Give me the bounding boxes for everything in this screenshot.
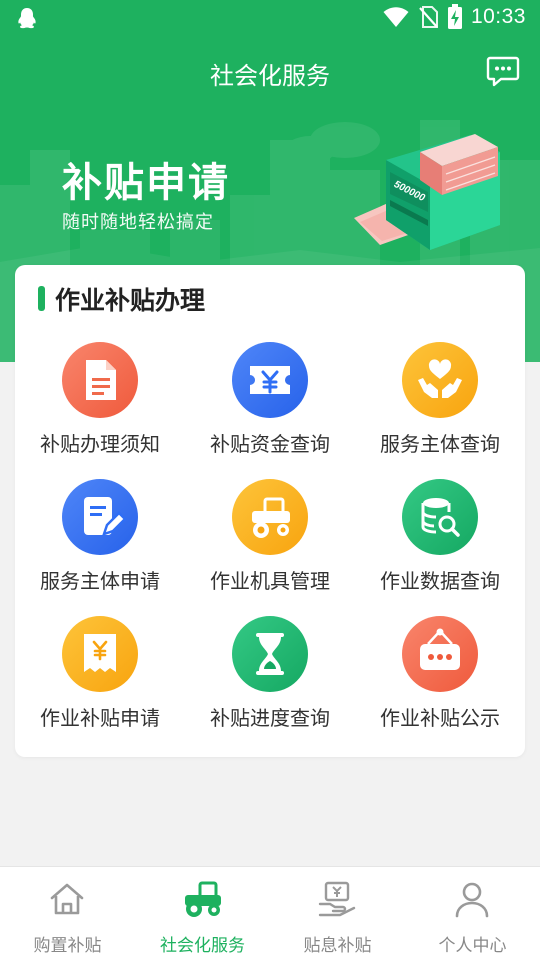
icon-circle xyxy=(62,479,138,555)
hourglass-icon xyxy=(256,633,284,675)
yuan-ticket-icon xyxy=(250,366,290,394)
title-bar: 社会化服务 xyxy=(0,52,540,92)
nav-item-profile[interactable]: 个人中心 xyxy=(405,867,540,960)
edit-form-icon xyxy=(84,497,127,536)
card-title: 作业补贴办理 xyxy=(55,286,206,315)
grid-item-provider-query[interactable]: 服务主体查询 xyxy=(355,340,525,460)
grid-item-provider-apply[interactable]: 服务主体申请 xyxy=(15,477,185,597)
tractor-icon xyxy=(185,881,221,917)
grid-item-data-query[interactable]: 作业数据查询 xyxy=(355,477,525,597)
grid-item-subsidy-apply[interactable]: 作业补贴申请 xyxy=(15,614,185,734)
icon-circle xyxy=(62,616,138,692)
nav-label: 贴息补贴 xyxy=(303,936,372,956)
grid-item-label: 作业补贴申请 xyxy=(40,706,160,730)
page-title: 社会化服务 xyxy=(210,62,330,90)
grid-item-label: 补贴进度查询 xyxy=(210,706,330,730)
nav-label: 社会化服务 xyxy=(160,936,245,956)
icon-circle xyxy=(402,479,478,555)
status-time: 10:33 xyxy=(470,5,526,28)
grid-item-label: 服务主体申请 xyxy=(40,569,160,593)
nav-item-purchase-subsidy[interactable]: 购置补贴 xyxy=(0,867,135,960)
grid-item-label: 作业补贴公示 xyxy=(380,706,500,730)
yuan-receipt-icon xyxy=(84,634,116,672)
battery-charging-icon xyxy=(447,4,462,29)
banner-subtitle: 随时随地轻松搞定 xyxy=(62,212,214,233)
bottom-nav: 购置补贴 社会化服务 贴息补贴 个人中心 xyxy=(0,866,540,960)
nav-item-social-service[interactable]: 社会化服务 xyxy=(135,867,270,960)
database-search-icon xyxy=(421,498,460,537)
status-bar: 10:33 xyxy=(0,0,540,38)
tractor-icon xyxy=(252,497,290,538)
grid-item-subsidy-guide[interactable]: 补贴办理须知 xyxy=(15,340,185,460)
wifi-icon xyxy=(383,7,409,27)
user-icon xyxy=(455,882,489,918)
grid-item-label: 服务主体查询 xyxy=(380,432,500,456)
message-icon[interactable] xyxy=(486,55,520,87)
heart-hands-icon xyxy=(418,359,462,398)
grid-item-label: 作业数据查询 xyxy=(380,569,500,593)
document-icon xyxy=(86,360,116,400)
icon-circle xyxy=(232,616,308,692)
yuan-hand-icon xyxy=(318,881,356,917)
qq-icon xyxy=(18,8,36,29)
nav-label: 个人中心 xyxy=(438,936,507,956)
grid-item-label: 作业机具管理 xyxy=(210,569,330,593)
title-accent-bar xyxy=(38,286,45,311)
grid-item-label: 补贴资金查询 xyxy=(210,432,330,456)
grid-item-machine-manage[interactable]: 作业机具管理 xyxy=(185,477,355,597)
icon-circle xyxy=(232,342,308,418)
nav-item-interest-subsidy[interactable]: 贴息补贴 xyxy=(270,867,405,960)
banner-title: 补贴申请 xyxy=(62,160,230,206)
notice-board-icon xyxy=(420,628,460,670)
money-machine-illustration: 500000 xyxy=(354,134,500,250)
icon-circle xyxy=(232,479,308,555)
icon-circle xyxy=(402,342,478,418)
grid-item-label: 补贴办理须知 xyxy=(40,432,160,456)
home-icon xyxy=(50,883,84,915)
grid-item-fund-query[interactable]: 补贴资金查询 xyxy=(185,340,355,460)
icon-circle xyxy=(402,616,478,692)
no-sim-icon xyxy=(419,6,438,28)
grid-item-progress-query[interactable]: 补贴进度查询 xyxy=(185,614,355,734)
subsidy-card: 作业补贴办理 补贴办理须知 补贴资金查询 服务主体查询 服务主体申请 作业机具管… xyxy=(15,265,525,757)
icon-circle xyxy=(62,342,138,418)
nav-label: 购置补贴 xyxy=(33,936,102,956)
grid-item-subsidy-notice[interactable]: 作业补贴公示 xyxy=(355,614,525,734)
